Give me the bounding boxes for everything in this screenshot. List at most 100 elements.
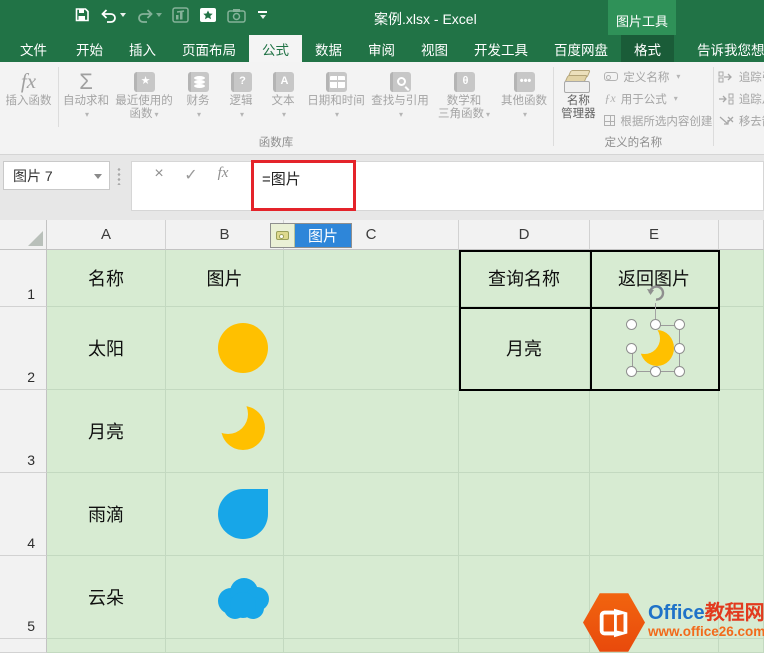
cell-a6[interactable] (47, 639, 166, 653)
trace-dependents-button[interactable]: 追踪从属单元格 (718, 88, 764, 109)
logical-button[interactable]: ? 逻辑 ▾ (220, 62, 262, 135)
tab-file[interactable]: 文件 (4, 35, 63, 62)
column-header-d[interactable]: D (459, 220, 590, 250)
tab-baidu-netdisk[interactable]: 百度网盘 (541, 35, 621, 62)
name-box-dropdown-icon[interactable] (94, 174, 102, 179)
date-time-button[interactable]: 日期和时间 ▾ (304, 62, 368, 135)
column-header-f-partial[interactable] (719, 220, 764, 250)
row-header-6-partial[interactable] (0, 639, 47, 653)
resize-handle[interactable] (626, 319, 637, 330)
cell-d2[interactable]: 月亮 (459, 307, 590, 390)
selected-moon-picture[interactable] (632, 325, 680, 372)
math-trig-button[interactable]: θ 数学和 三角函数▾ (432, 62, 496, 135)
recently-used-button[interactable]: ★ 最近使用的 函数▾ (112, 62, 176, 135)
cell-c6[interactable] (284, 639, 459, 653)
raindrop-shape[interactable] (218, 489, 268, 539)
formula-bar-drag-handle[interactable] (117, 167, 121, 185)
save-icon[interactable] (74, 7, 90, 23)
tab-developer[interactable]: 开发工具 (461, 35, 541, 62)
resize-handle[interactable] (650, 366, 661, 377)
cell-d1[interactable]: 查询名称 (459, 250, 590, 307)
tab-data[interactable]: 数据 (302, 35, 355, 62)
enter-icon[interactable]: ✓ (180, 165, 202, 185)
cell-f2[interactable] (719, 307, 764, 390)
row-header-3[interactable]: 3 (0, 390, 47, 473)
resize-handle[interactable] (674, 319, 685, 330)
cancel-icon[interactable]: × (148, 165, 170, 183)
cell-d6[interactable] (459, 639, 590, 653)
text-button[interactable]: A 文本 ▾ (262, 62, 304, 135)
cloud-shape[interactable] (213, 572, 273, 622)
cell-c3[interactable] (284, 390, 459, 473)
sun-shape[interactable] (218, 323, 268, 373)
column-header-a[interactable]: A (47, 220, 166, 250)
favorites-folder-icon[interactable] (199, 7, 217, 23)
autosum-button[interactable]: Σ 自动求和 ▾ (60, 62, 112, 135)
cell-d5[interactable] (459, 556, 590, 639)
create-from-selection-button[interactable]: 根据所选内容创建 (604, 110, 712, 131)
cell-c2[interactable] (284, 307, 459, 390)
tab-formulas[interactable]: 公式 (249, 35, 302, 62)
moon-shape[interactable] (221, 406, 265, 450)
rotate-handle-icon[interactable] (645, 282, 667, 304)
resize-handle[interactable] (674, 343, 685, 354)
cell-d3[interactable] (459, 390, 590, 473)
remove-arrows-icon (718, 115, 734, 127)
more-functions-button[interactable]: ••• 其他函数 ▾ (496, 62, 552, 135)
row-header-1[interactable]: 1 (0, 250, 47, 307)
name-box[interactable]: 图片 7 (3, 161, 110, 190)
resize-handle[interactable] (626, 343, 637, 354)
cell-b5[interactable] (166, 556, 284, 639)
resize-handle[interactable] (626, 366, 637, 377)
cell-b4[interactable] (166, 473, 284, 556)
cell-f4[interactable] (719, 473, 764, 556)
row-header-2[interactable]: 2 (0, 307, 47, 390)
cell-a3[interactable]: 月亮 (47, 390, 166, 473)
cell-a2[interactable]: 太阳 (47, 307, 166, 390)
cell-b1[interactable]: 图片 (166, 250, 284, 307)
tab-view[interactable]: 视图 (408, 35, 461, 62)
row-header-5[interactable]: 5 (0, 556, 47, 639)
resize-handle[interactable] (650, 319, 661, 330)
cell-c5[interactable] (284, 556, 459, 639)
cell-d4[interactable] (459, 473, 590, 556)
lookup-reference-button[interactable]: 查找与引用 ▾ (368, 62, 432, 135)
remove-arrows-button[interactable]: 移去箭头 (718, 110, 764, 131)
formula-bar[interactable]: × ✓ fx =图片 (131, 161, 764, 211)
customize-qat-icon[interactable] (258, 11, 267, 19)
select-all-corner[interactable] (0, 220, 47, 250)
cell-e3[interactable] (590, 390, 719, 473)
tell-me-box[interactable]: 告诉我您想 (690, 35, 764, 62)
undo-icon[interactable] (100, 8, 126, 23)
name-manager-button[interactable]: 名称 管理器 (554, 62, 602, 135)
insert-function-fx-icon[interactable]: fx (212, 165, 234, 182)
cell-a5[interactable]: 云朵 (47, 556, 166, 639)
define-name-button[interactable]: 定义名称▾ (604, 66, 712, 87)
column-header-b[interactable]: B (166, 220, 284, 250)
financial-button[interactable]: 财务 ▾ (176, 62, 220, 135)
resize-handle[interactable] (674, 366, 685, 377)
tab-format[interactable]: 格式 (621, 35, 674, 62)
cell-f1[interactable] (719, 250, 764, 307)
cell-c1[interactable] (284, 250, 459, 307)
defined-name-label[interactable]: 图片 (270, 223, 352, 248)
tab-page-layout[interactable]: 页面布局 (169, 35, 249, 62)
cell-a4[interactable]: 雨滴 (47, 473, 166, 556)
cell-c4[interactable] (284, 473, 459, 556)
insert-function-button[interactable]: fx 插入函数 (0, 62, 57, 135)
cell-f3[interactable] (719, 390, 764, 473)
trace-precedents-button[interactable]: 追踪引用单元格 (718, 66, 764, 87)
tab-home[interactable]: 开始 (63, 35, 116, 62)
cell-e2[interactable] (590, 307, 719, 390)
cell-e4[interactable] (590, 473, 719, 556)
use-in-formula-button[interactable]: ƒx 用于公式▾ (604, 88, 712, 109)
row-header-4[interactable]: 4 (0, 473, 47, 556)
cell-a1[interactable]: 名称 (47, 250, 166, 307)
cell-b3[interactable] (166, 390, 284, 473)
column-header-e[interactable]: E (590, 220, 719, 250)
tab-insert[interactable]: 插入 (116, 35, 169, 62)
cell-b2[interactable] (166, 307, 284, 390)
undo-dropdown-icon[interactable] (120, 13, 126, 17)
tab-review[interactable]: 审阅 (355, 35, 408, 62)
cell-b6[interactable] (166, 639, 284, 653)
